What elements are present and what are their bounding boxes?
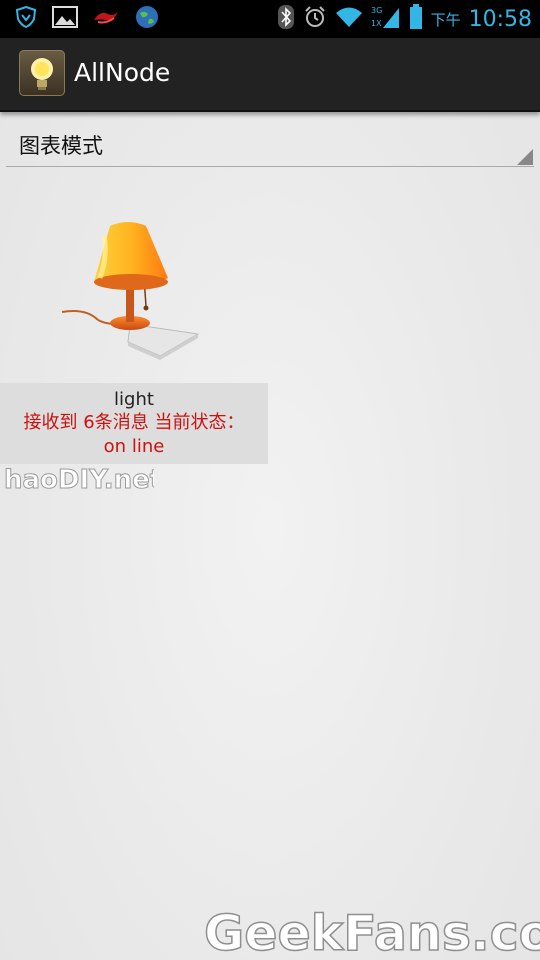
notification-area: [14, 5, 160, 33]
haodiy-watermark: haoDIY.net: [4, 465, 154, 496]
svg-text:3G: 3G: [371, 6, 382, 15]
browser-icon: [134, 4, 160, 34]
action-bar: AllNode: [0, 38, 540, 112]
wifi-icon: [335, 6, 363, 32]
watermark-top-text: haoDIY.net: [4, 465, 154, 495]
lightbulb-icon: [31, 58, 53, 90]
battery-icon: [409, 4, 423, 34]
bluetooth-icon: [277, 4, 295, 34]
dropdown-triangle-icon: [517, 149, 533, 165]
view-mode-spinner[interactable]: 图表模式: [6, 120, 534, 167]
clock-time: 10:58: [468, 6, 532, 32]
alarm-icon: [303, 5, 327, 33]
node-name: light: [114, 389, 154, 410]
status-bar: 3G 1X 下午 10:58: [0, 0, 540, 38]
spinner-selected-value: 图表模式: [19, 134, 103, 158]
node-caption: light 接收到 6条消息 当前状态：on line: [0, 383, 268, 464]
signal-icon: 3G 1X: [371, 4, 401, 34]
app-title: AllNode: [74, 58, 171, 87]
node-item[interactable]: light 接收到 6条消息 当前状态：on line: [0, 206, 268, 464]
shield-icon: [14, 5, 38, 33]
geekfans-watermark: GeekFans.com: [204, 904, 540, 960]
node-status: 接收到 6条消息 当前状态：on line: [23, 412, 245, 457]
watermark-bottom-text: GeekFans.com: [204, 905, 540, 960]
image-icon: [52, 5, 78, 33]
svg-text:1X: 1X: [371, 19, 382, 28]
ampm-label: 下午: [430, 10, 461, 29]
app-icon[interactable]: [19, 50, 65, 96]
system-status: 3G 1X 下午 10:58: [277, 0, 532, 38]
notification-icon: [92, 6, 120, 32]
lamp-icon: [61, 222, 200, 360]
